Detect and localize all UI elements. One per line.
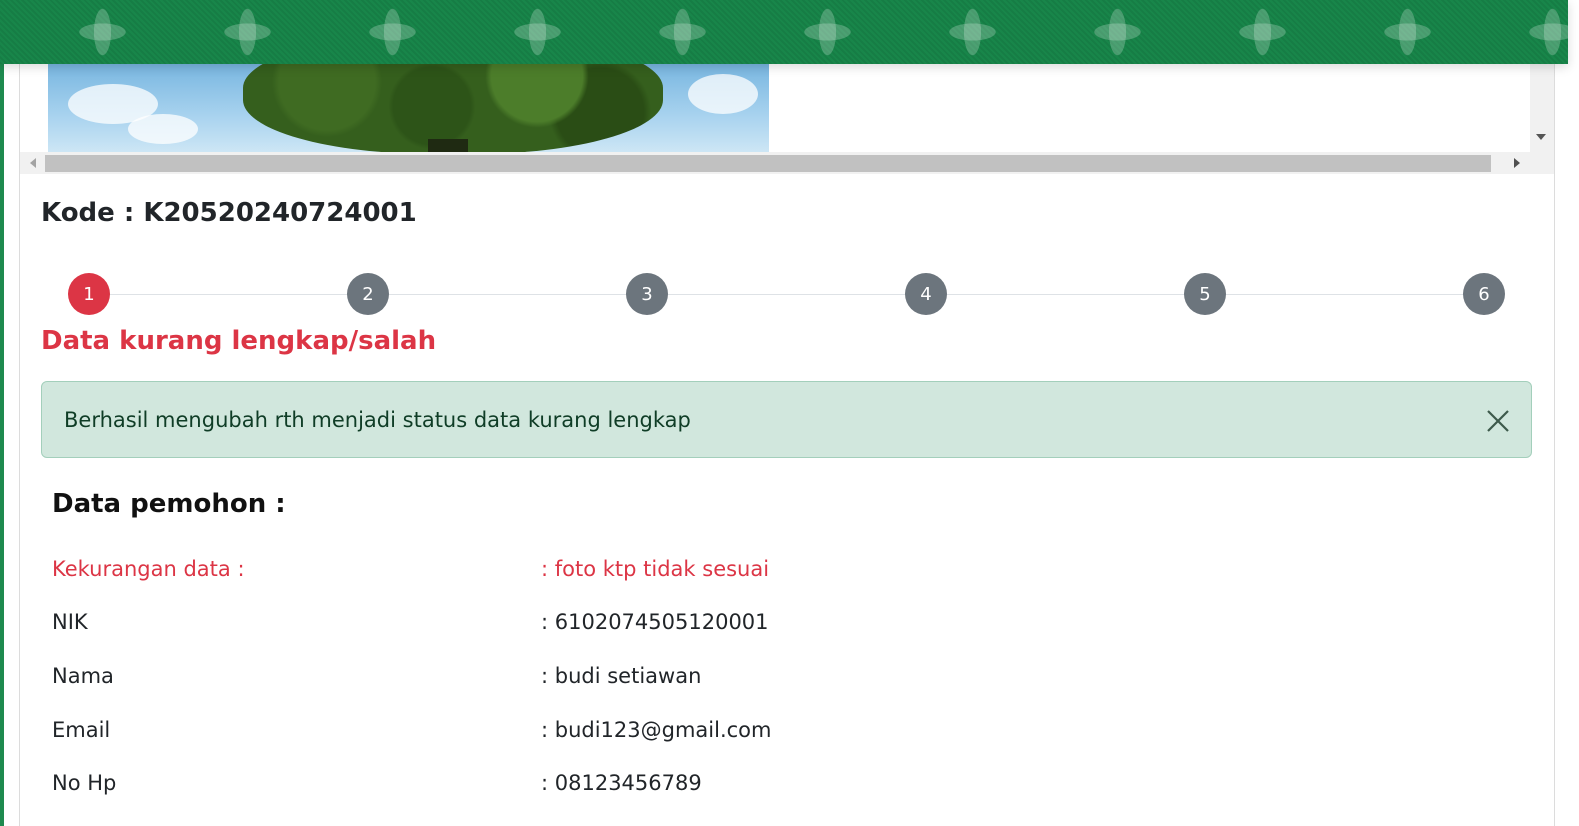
header-banner bbox=[0, 0, 1568, 64]
stepper-line bbox=[89, 294, 1484, 295]
kode-label: Kode : bbox=[41, 198, 135, 228]
image-viewer bbox=[20, 60, 1554, 176]
data-row-kekurangan: Kekurangan data : : foto ktp tidak sesua… bbox=[52, 557, 1532, 587]
data-row-nama: Nama : budi setiawan bbox=[52, 664, 1532, 694]
success-alert: Berhasil mengubah rth menjadi status dat… bbox=[41, 381, 1532, 458]
cloud-shape bbox=[688, 74, 758, 114]
scroll-left-arrow-icon[interactable] bbox=[30, 158, 36, 168]
row-value: : foto ktp tidak sesuai bbox=[541, 557, 770, 581]
row-value: : 08123456789 bbox=[541, 771, 702, 795]
status-title: Data kurang lengkap/salah bbox=[41, 326, 437, 356]
data-row-email: Email : budi123@gmail.com bbox=[52, 718, 1532, 748]
step-6[interactable]: 6 bbox=[1463, 273, 1505, 315]
tree-trunk bbox=[428, 139, 468, 152]
page-edge bbox=[0, 0, 4, 826]
scroll-right-arrow-icon[interactable] bbox=[1514, 158, 1520, 168]
row-label: Kekurangan data : bbox=[52, 557, 245, 581]
progress-stepper: 1 2 3 4 5 6 bbox=[68, 273, 1505, 315]
row-label: No Hp bbox=[52, 771, 117, 795]
vertical-scrollbar[interactable] bbox=[1530, 60, 1554, 152]
step-4[interactable]: 4 bbox=[905, 273, 947, 315]
row-label: NIK bbox=[52, 610, 88, 634]
cloud-shape bbox=[128, 114, 198, 144]
row-value: : budi123@gmail.com bbox=[541, 718, 772, 742]
close-icon[interactable] bbox=[1485, 408, 1511, 434]
row-value: : 6102074505120001 bbox=[541, 610, 769, 634]
scroll-down-arrow-icon[interactable] bbox=[1536, 134, 1546, 140]
data-row-no-hp: No Hp : 08123456789 bbox=[52, 771, 1532, 801]
data-row-nik: NIK : 6102074505120001 bbox=[52, 610, 1532, 640]
tree-photo bbox=[48, 64, 769, 152]
horizontal-scrollbar-thumb[interactable] bbox=[45, 155, 1491, 172]
section-title: Data pemohon : bbox=[52, 489, 286, 519]
horizontal-scrollbar[interactable] bbox=[20, 152, 1554, 174]
row-label: Email bbox=[52, 718, 111, 742]
step-1[interactable]: 1 bbox=[68, 273, 110, 315]
application-code: Kode : K20520240724001 bbox=[41, 198, 417, 228]
kode-value: K20520240724001 bbox=[143, 198, 417, 228]
row-label: Nama bbox=[52, 664, 114, 688]
alert-message: Berhasil mengubah rth menjadi status dat… bbox=[64, 407, 691, 432]
step-2[interactable]: 2 bbox=[347, 273, 389, 315]
step-3[interactable]: 3 bbox=[626, 273, 668, 315]
row-value: : budi setiawan bbox=[541, 664, 702, 688]
step-5[interactable]: 5 bbox=[1184, 273, 1226, 315]
